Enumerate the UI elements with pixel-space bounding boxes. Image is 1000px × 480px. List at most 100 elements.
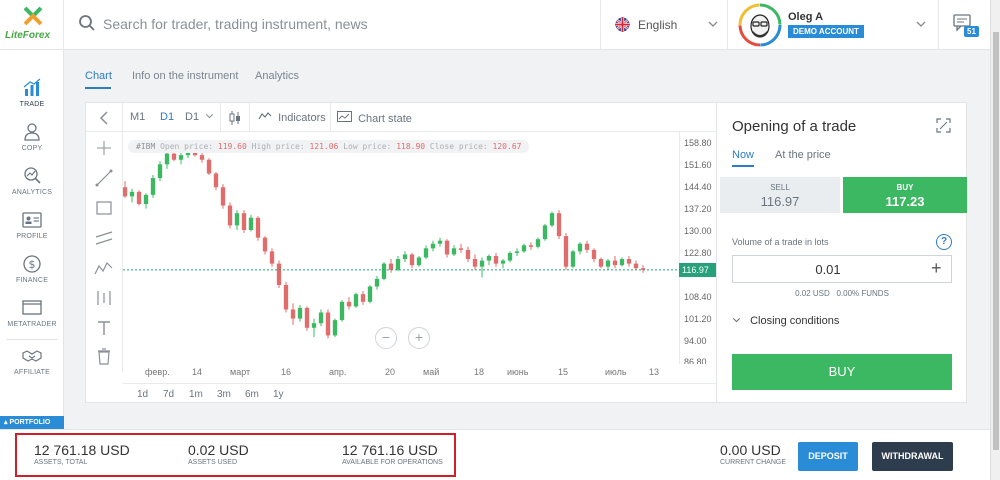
candle-body	[221, 187, 225, 205]
sidebar-item-analytics[interactable]: ANALYTICS	[0, 162, 64, 206]
candle-body	[522, 245, 526, 251]
channel-tool-icon[interactable]	[94, 228, 114, 248]
notifications-button[interactable]: 51	[938, 0, 990, 50]
language-selector[interactable]: English	[600, 0, 728, 50]
period-1y[interactable]: 1y	[273, 389, 284, 400]
text-tool-icon[interactable]	[94, 318, 114, 338]
period-3m[interactable]: 3m	[217, 389, 231, 400]
buy-button[interactable]: BUY	[732, 354, 952, 390]
search-icon[interactable]	[78, 14, 96, 32]
tab-at-the-price[interactable]: At the price	[775, 149, 831, 161]
closing-conditions-label: Closing conditions	[750, 315, 839, 327]
candle-body	[389, 264, 393, 270]
candle-body	[298, 308, 302, 319]
scrollbar-thumb[interactable]	[993, 32, 999, 450]
period-1m[interactable]: 1m	[189, 389, 203, 400]
price-chart[interactable]	[123, 132, 679, 364]
candle-body	[564, 236, 568, 267]
candle-body	[361, 294, 365, 302]
sidebar-item-affiliate[interactable]: AFFILIATE	[0, 342, 64, 386]
period-1d[interactable]: 1d	[137, 389, 148, 400]
trash-icon[interactable]	[94, 346, 114, 366]
period-6m[interactable]: 6m	[245, 389, 259, 400]
fibonacci-tool-icon[interactable]	[94, 288, 114, 308]
buy-price-button[interactable]: BUY 117.23	[843, 177, 967, 213]
candle-body	[354, 294, 358, 306]
ohlc-high-label: High price:	[252, 142, 305, 151]
sidebar-item-finance[interactable]: $ FINANCE	[0, 250, 64, 294]
volume-input[interactable]: 0.01 +	[732, 255, 952, 283]
tab-analytics[interactable]: Analytics	[255, 70, 299, 82]
candle-body	[585, 244, 589, 250]
sidebar-item-trade[interactable]: TRADE	[0, 74, 64, 118]
logo[interactable]: LiteForex	[0, 0, 64, 50]
sidebar-item-profile[interactable]: PROFILE	[0, 206, 64, 250]
volume-info: 0.02 USD 0.00% FUNDS	[732, 289, 952, 298]
notification-count-badge: 51	[964, 26, 979, 37]
withdrawal-button[interactable]: WITHDRAWAL	[872, 442, 953, 471]
chevron-left-icon[interactable]	[98, 111, 110, 125]
candles-group	[123, 143, 645, 339]
volume-value: 0.01	[733, 262, 923, 277]
monitor-icon	[22, 298, 42, 318]
chevron-down-icon	[708, 19, 718, 29]
tab-now[interactable]: Now	[732, 149, 754, 161]
ohlc-close-label: Close price:	[430, 142, 488, 151]
date-tick: март	[230, 367, 250, 377]
sidebar-item-copy[interactable]: COPY	[0, 118, 64, 162]
logo-text: LiteForex	[5, 30, 50, 41]
ohlc-open-label: Open price:	[160, 142, 213, 151]
search-input[interactable]	[103, 13, 583, 35]
candlestick-type-icon[interactable]	[228, 110, 242, 126]
candle-body	[529, 245, 533, 247]
chevron-down-icon	[205, 112, 214, 120]
portfolio-caret-icon: ▴	[4, 419, 8, 426]
timeframe-d1-button[interactable]: D1	[160, 111, 174, 123]
trend-line-icon[interactable]	[94, 168, 114, 188]
expand-icon[interactable]	[936, 118, 951, 133]
help-icon[interactable]: ?	[936, 234, 952, 250]
candle-body	[396, 259, 400, 270]
pattern-tool-icon[interactable]	[94, 258, 114, 278]
candle-body	[515, 251, 519, 253]
deposit-button[interactable]: DEPOSIT	[798, 442, 858, 471]
zoom-in-button[interactable]: +	[408, 327, 430, 349]
closing-conditions-toggle[interactable]: Closing conditions	[732, 315, 839, 327]
price-tick: 122.80	[684, 248, 712, 258]
sell-price: 116.97	[720, 194, 840, 209]
period-7d[interactable]: 7d	[163, 389, 174, 400]
crosshair-icon[interactable]	[94, 138, 114, 158]
portfolio-tab[interactable]: ▴ PORTFOLIO	[0, 416, 64, 429]
timeframe-m1-button[interactable]: M1	[130, 111, 145, 123]
tab-chart[interactable]: Chart	[85, 70, 112, 82]
active-trade-tab-indicator	[732, 165, 754, 167]
zoom-out-button[interactable]: −	[375, 327, 397, 349]
account-menu[interactable]: Oleg A DEMO ACCOUNT	[728, 0, 938, 50]
candle-body	[487, 256, 491, 261]
candle-body	[445, 241, 449, 255]
candle-body	[333, 320, 337, 335]
candle-body	[347, 302, 351, 307]
page-scrollbar[interactable]	[990, 0, 1000, 480]
timeframe-select[interactable]: D1	[185, 111, 214, 123]
date-tick: 15	[558, 367, 568, 377]
rectangle-tool-icon[interactable]	[94, 198, 114, 218]
current-change-caption: CURRENT CHANGE	[720, 459, 786, 466]
candle-body	[200, 155, 204, 160]
account-type-badge: DEMO ACCOUNT	[788, 25, 864, 38]
candle-body	[235, 213, 239, 225]
candle-body	[368, 287, 372, 302]
indicators-button[interactable]: Indicators	[258, 111, 326, 124]
ohlc-close-value: 120.67	[493, 142, 522, 151]
ohlc-symbol: #IBM	[136, 142, 155, 151]
sidebar-item-metatrader[interactable]: METATRADER	[0, 294, 64, 338]
chart-state-button[interactable]: Chart state	[337, 111, 412, 125]
candle-body	[207, 160, 211, 174]
available-for-operations: 12 761.16 USD AVAILABLE FOR OPERATIONS	[342, 442, 443, 466]
tab-instrument-info[interactable]: Info on the instrument	[132, 70, 238, 82]
active-tab-indicator	[85, 87, 111, 89]
increase-volume-icon[interactable]: +	[931, 258, 942, 279]
toolbar-divider	[220, 103, 221, 131]
sell-price-button[interactable]: SELL 116.97	[720, 177, 840, 213]
candle-body	[179, 155, 183, 160]
